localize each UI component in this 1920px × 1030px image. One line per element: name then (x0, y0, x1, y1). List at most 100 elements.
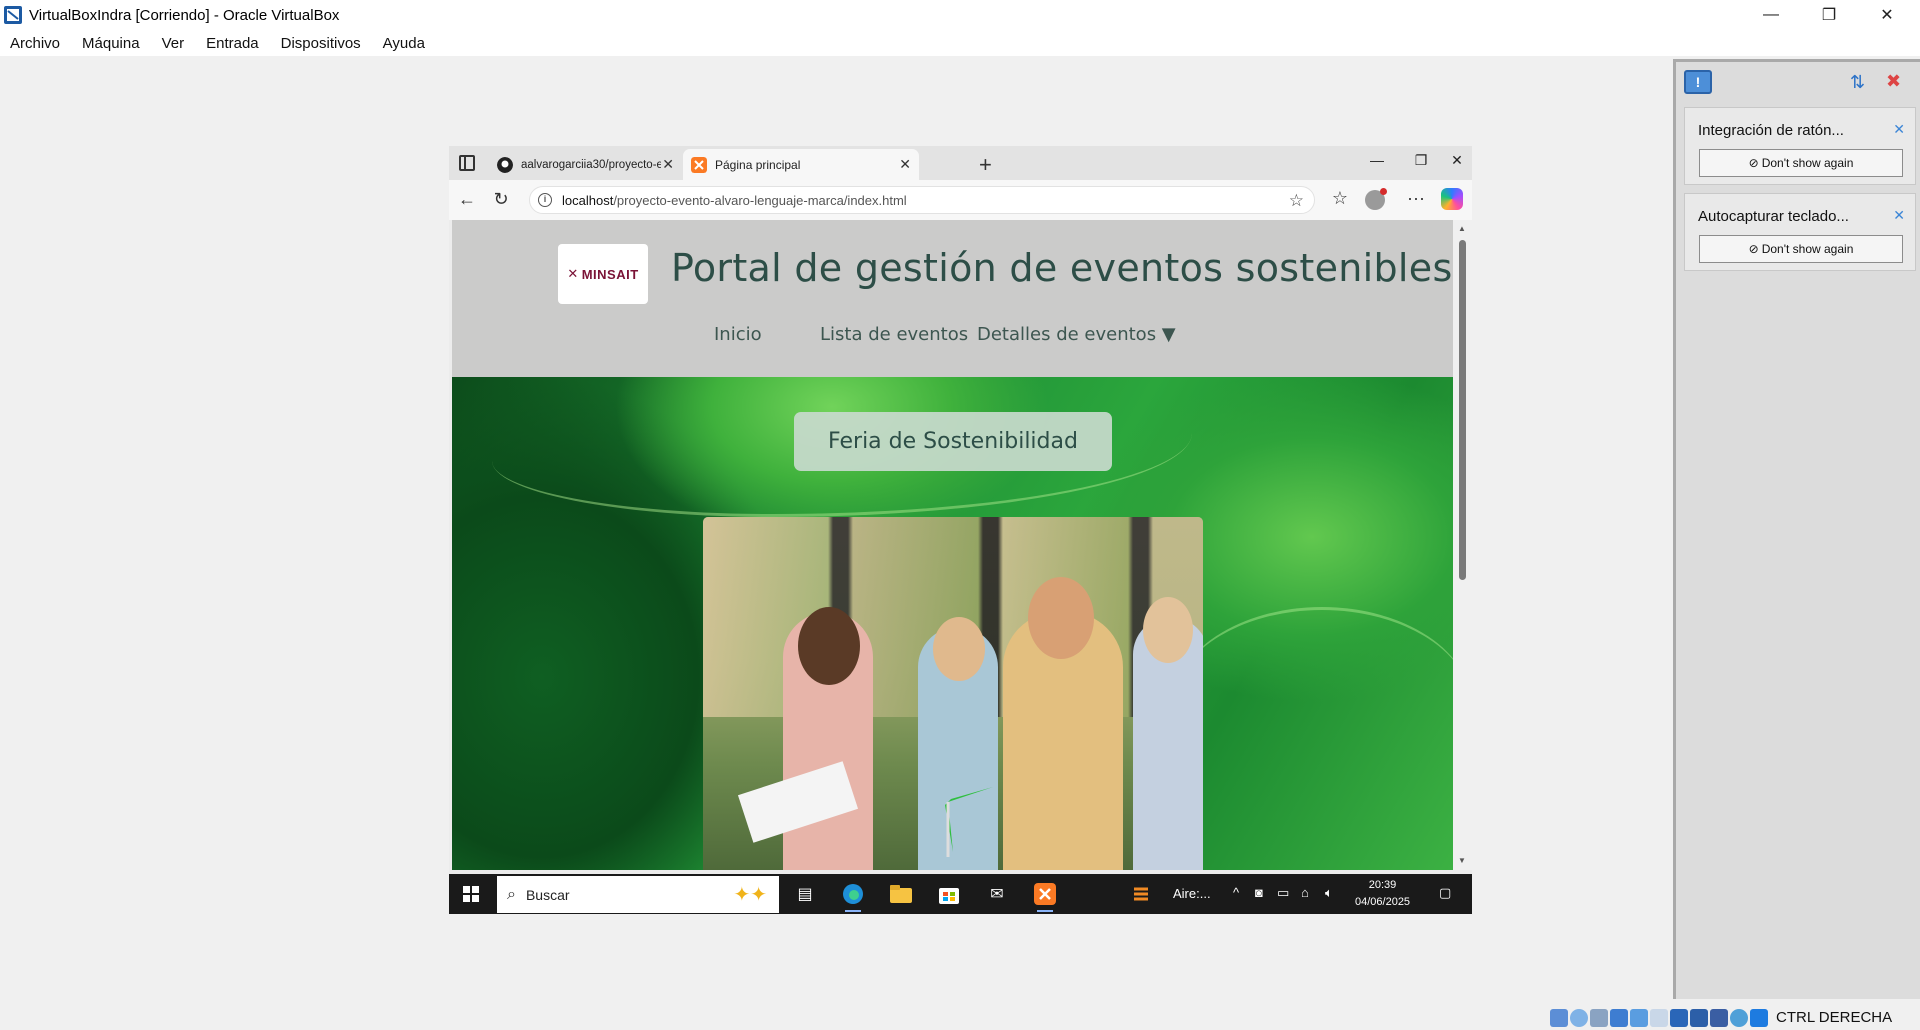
search-icon: ⌕ (507, 885, 516, 903)
close-tab-icon[interactable]: ✕ (899, 156, 911, 173)
audio-icon[interactable] (1590, 1008, 1608, 1027)
scroll-down-icon[interactable]: ▼ (1458, 856, 1466, 865)
logo-text: MINSAIT (581, 266, 639, 282)
notification-center: ! ⇅ ✖ Integración de ratón... ✕ ⊘ Don't … (1673, 59, 1920, 999)
favorite-star-icon[interactable]: ☆ (1289, 191, 1304, 211)
battery-icon[interactable]: ▭ (1277, 885, 1289, 901)
minsait-logo: ✕ MINSAIT (558, 244, 648, 304)
github-icon (497, 156, 513, 173)
host-window-title: VirtualBoxIndra [Corriendo] - Oracle Vir… (29, 6, 340, 24)
favorites-icon[interactable]: ☆ (1327, 188, 1353, 209)
page-scrollbar[interactable]: ▲ ▼ (1453, 220, 1472, 870)
nav-lista-de-eventos[interactable]: Lista de eventos (820, 324, 968, 345)
browser-toolbar: ← ↻ i localhost/proyecto-evento-alvaro-l… (449, 180, 1472, 220)
meet-now-icon[interactable]: ◙ (1255, 885, 1263, 900)
store-icon[interactable] (937, 882, 961, 906)
windows-start-icon[interactable] (463, 886, 479, 902)
keyboard-capture-icon[interactable] (1750, 1008, 1768, 1027)
nav-detalles-de-eventos[interactable]: Detalles de eventos ▼ (977, 324, 1176, 345)
mute-icon: ⊘ (1748, 156, 1759, 170)
address-bar[interactable]: i localhost/proyecto-evento-alvaro-lengu… (529, 186, 1315, 214)
usb-icon[interactable] (1630, 1008, 1648, 1027)
menu-maquina[interactable]: Máquina (82, 35, 140, 52)
copilot-icon[interactable] (1441, 188, 1463, 210)
guest-screen[interactable]: aalvarogarciia30/proyecto-evento ✕ Págin… (449, 146, 1472, 914)
sparkle-icon: ✦✦ (733, 884, 767, 906)
notification-title: Autocapturar teclado... (1698, 208, 1849, 225)
display-icon[interactable] (1670, 1008, 1688, 1027)
menu-entrada[interactable]: Entrada (206, 35, 259, 52)
mail-icon[interactable]: ✉ (985, 882, 1009, 906)
weather-icon[interactable] (1129, 882, 1153, 906)
browser-close-button[interactable]: ✕ (1445, 152, 1469, 169)
dont-show-again-button[interactable]: ⊘ Don't show again (1699, 149, 1903, 177)
wind-turbine-icon (913, 767, 993, 857)
clock-date: 04/06/2025 (1355, 896, 1411, 908)
file-explorer-icon[interactable] (889, 882, 913, 906)
dont-show-again-button[interactable]: ⊘ Don't show again (1699, 235, 1903, 263)
close-icon[interactable]: ✕ (1893, 207, 1905, 224)
xampp-icon (691, 156, 707, 173)
sidebar-toggle-icon[interactable] (459, 155, 475, 171)
shared-folders-icon[interactable] (1650, 1008, 1668, 1027)
host-close-button[interactable]: ✕ (1858, 0, 1916, 30)
logo-mark-icon: ✕ (567, 266, 579, 281)
task-view-icon[interactable]: ▤ (793, 882, 817, 906)
notification-toolbar: ! ⇅ ✖ (1676, 62, 1920, 100)
sort-icon[interactable]: ⇅ (1850, 72, 1872, 92)
back-button[interactable]: ← (455, 189, 479, 210)
vm-icon[interactable] (1710, 1008, 1728, 1027)
browser-tabstrip: aalvarogarciia30/proyecto-evento ✕ Págin… (449, 146, 1472, 180)
browser-minimize-button[interactable]: — (1357, 152, 1397, 168)
host-minimize-button[interactable]: — (1742, 0, 1800, 30)
tab-github[interactable]: aalvarogarciia30/proyecto-evento ✕ (489, 149, 682, 180)
notification-mouse-integration: Integración de ratón... ✕ ⊘ Don't show a… (1684, 107, 1916, 185)
host-statusbar: CTRL DERECHA (1550, 1005, 1920, 1030)
browser-restore-button[interactable]: ❐ (1401, 152, 1441, 169)
search-placeholder: Buscar (525, 886, 570, 903)
host-restore-button[interactable]: ❐ (1800, 0, 1858, 30)
menu-dispositivos[interactable]: Dispositivos (281, 35, 361, 52)
url-host: localhost (562, 192, 614, 208)
optical-drive-icon[interactable] (1570, 1008, 1588, 1027)
tab-pagina-principal[interactable]: Página principal ✕ (683, 149, 919, 180)
hero-section: Feria de Sostenibilidad (452, 377, 1453, 870)
profile-avatar[interactable] (1365, 188, 1387, 210)
scrollbar-thumb[interactable] (1459, 240, 1466, 580)
mute-icon: ⊘ (1748, 242, 1759, 256)
scroll-up-icon[interactable]: ▲ (1458, 224, 1466, 233)
taskbar-clock[interactable]: 20:39 04/06/2025 (1355, 877, 1410, 911)
site-header: ✕ MINSAIT Portal de gestión de eventos s… (452, 220, 1453, 377)
guest-taskbar: ⌕ Buscar ✦✦ ▤ ✉ Aire:... ^ ◙ ▭ ⌂ 🔈︎ 20:3… (449, 874, 1472, 914)
menu-ayuda[interactable]: Ayuda (383, 35, 425, 52)
close-tab-icon[interactable]: ✕ (662, 156, 674, 173)
feria-sostenibilidad-button[interactable]: Feria de Sostenibilidad (794, 412, 1112, 471)
clock-time: 20:39 (1368, 879, 1397, 891)
mouse-integration-icon[interactable] (1730, 1008, 1748, 1027)
host-key-label: CTRL DERECHA (1776, 1009, 1893, 1026)
menu-ver[interactable]: Ver (162, 35, 185, 52)
video-capture-icon[interactable] (1690, 1008, 1708, 1027)
taskbar-search[interactable]: ⌕ Buscar ✦✦ (497, 876, 779, 913)
webpage-viewport: ✕ MINSAIT Portal de gestión de eventos s… (452, 220, 1453, 870)
refresh-button[interactable]: ↻ (489, 189, 513, 210)
leaf-background (1172, 607, 1453, 807)
host-titlebar: VirtualBoxIndra [Corriendo] - Oracle Vir… (0, 0, 1920, 30)
menu-archivo[interactable]: Archivo (10, 35, 60, 52)
site-info-icon[interactable]: i (538, 193, 552, 207)
new-tab-button[interactable]: + (979, 152, 992, 178)
notifications-icon[interactable]: ▢ (1439, 885, 1451, 901)
nav-inicio[interactable]: Inicio (714, 324, 762, 345)
xampp-taskbar-icon[interactable] (1033, 882, 1057, 912)
network-adapter-icon[interactable] (1610, 1008, 1628, 1027)
weather-label[interactable]: Aire:... (1173, 886, 1211, 901)
storage-icon[interactable] (1550, 1008, 1568, 1027)
chevron-up-icon[interactable]: ^ (1233, 885, 1239, 900)
edge-icon[interactable] (841, 882, 865, 912)
network-icon[interactable]: ⌂ (1301, 885, 1309, 900)
dismiss-all-icon[interactable]: ✖ (1886, 71, 1910, 93)
close-icon[interactable]: ✕ (1893, 121, 1905, 138)
more-menu-icon[interactable]: ··· (1403, 188, 1429, 209)
info-icon[interactable]: ! (1684, 70, 1712, 94)
volume-icon[interactable]: 🔈︎ (1325, 885, 1333, 901)
